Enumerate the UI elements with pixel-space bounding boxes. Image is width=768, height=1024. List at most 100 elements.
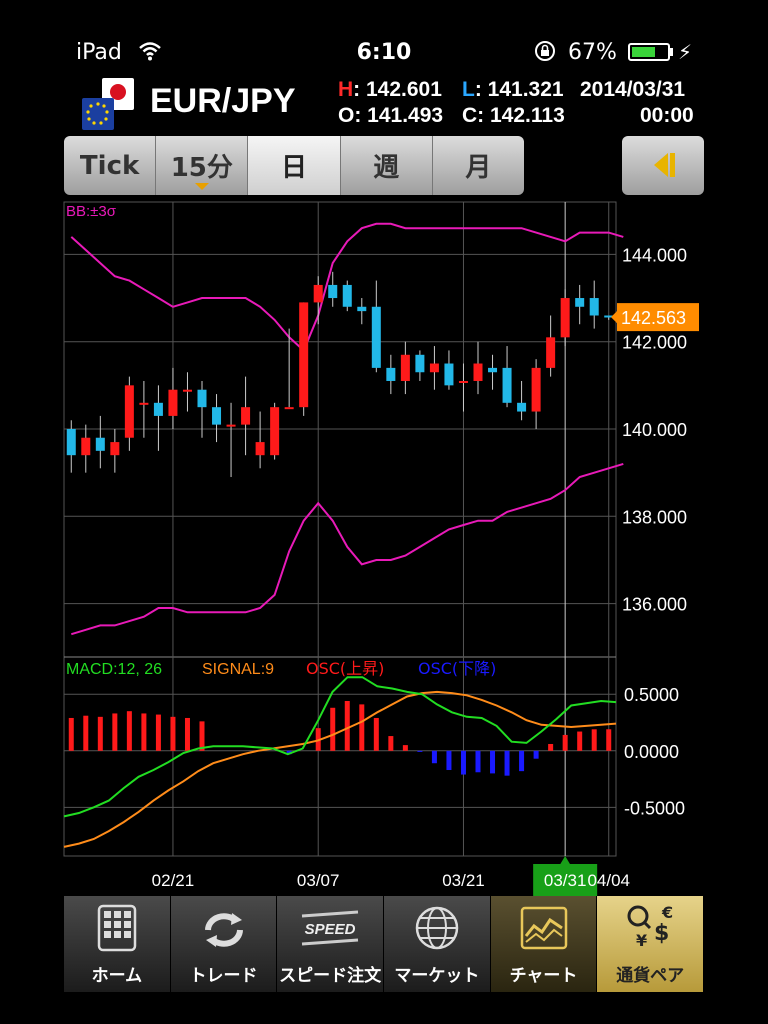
- low-value: L: 141.321: [462, 78, 564, 102]
- candle-up: [400, 354, 410, 381]
- low-number: : 141.321: [474, 78, 564, 101]
- high-number: : 142.601: [353, 78, 442, 101]
- date-tick-label: 02/21: [152, 871, 195, 890]
- tab-month[interactable]: 月: [433, 136, 524, 195]
- quote-time: 00:00: [640, 104, 694, 127]
- euro-glyph: €: [661, 904, 673, 922]
- tab-day[interactable]: 日: [248, 136, 341, 195]
- date-tick-label: 03/31: [544, 871, 587, 890]
- nav-currency-pair[interactable]: € $ ¥ 通貨ペア: [597, 896, 705, 992]
- candle-down: [386, 367, 396, 381]
- nav-label: ホーム: [91, 966, 143, 986]
- candle-up: [473, 363, 483, 381]
- osc-bar-up: [344, 700, 350, 751]
- candle-up: [429, 363, 439, 373]
- candle-down: [415, 354, 425, 373]
- candle-down: [488, 367, 498, 373]
- open-value: O: 141.493: [338, 104, 444, 127]
- candle-up: [226, 424, 236, 427]
- macd-legend: MACD:12, 26: [66, 661, 162, 678]
- candle-up: [546, 337, 556, 368]
- osc-up-legend: OSC(上昇): [306, 659, 384, 678]
- candle-up: [458, 380, 468, 383]
- candle-down: [197, 389, 207, 408]
- osc-bar-down: [475, 750, 481, 773]
- nav-market[interactable]: マーケット: [384, 896, 491, 992]
- nav-label: 通貨ペア: [616, 966, 685, 986]
- osc-bar-up: [141, 713, 147, 751]
- currency-pair-title: EUR/JPY: [150, 82, 296, 120]
- tab-label: Tick: [79, 150, 140, 181]
- nav-label: トレード: [189, 966, 258, 986]
- rewind-button[interactable]: [622, 136, 704, 195]
- rewind-arrow-icon: [654, 153, 668, 177]
- macd-tick-label: 0.5000: [624, 685, 679, 705]
- candle-up: [110, 442, 120, 456]
- candle-up: [531, 367, 541, 412]
- tab-15min[interactable]: 15分: [156, 136, 249, 195]
- low-key: L: [462, 78, 475, 101]
- osc-bar-down: [460, 750, 466, 775]
- currency-icon: € $ ¥: [627, 904, 673, 950]
- tab-tick[interactable]: Tick: [64, 136, 157, 195]
- candle-down: [153, 402, 163, 416]
- osc-bar-up: [112, 713, 118, 751]
- nav-chart[interactable]: チャート: [490, 896, 598, 992]
- osc-bar-up: [388, 736, 394, 751]
- home-grid-icon: [97, 904, 137, 952]
- osc-bar-up: [83, 715, 89, 751]
- candle-down: [357, 306, 367, 312]
- osc-bar-down: [490, 750, 496, 774]
- nav-label: マーケット: [394, 966, 480, 986]
- battery-icon: [628, 43, 670, 61]
- osc-bar-down: [533, 750, 539, 759]
- candle-up: [560, 298, 570, 338]
- candle-up: [270, 407, 280, 456]
- signal-line: [63, 690, 617, 848]
- osc-bar-up: [199, 721, 205, 751]
- charging-icon: ⚡: [678, 40, 693, 64]
- candle-up: [124, 385, 134, 438]
- osc-bar-up: [359, 704, 365, 751]
- osc-bar-up: [402, 745, 408, 751]
- high-key: H: [338, 78, 354, 101]
- nav-label: チャート: [509, 966, 578, 986]
- macd-line: [63, 676, 617, 818]
- candle-down: [371, 306, 381, 368]
- candle-down: [575, 298, 585, 307]
- macd-tick-label: -0.5000: [624, 798, 685, 818]
- dropdown-caret-icon: [194, 183, 209, 190]
- osc-bar-down: [519, 750, 525, 772]
- battery-percent: 67%: [568, 40, 617, 65]
- price-tick-label: 138.000: [622, 507, 687, 527]
- nav-speed-order[interactable]: SPEED スピード注文: [277, 896, 385, 992]
- tab-week[interactable]: 週: [341, 136, 433, 195]
- candle-up: [139, 402, 149, 405]
- nav-trade[interactable]: トレード: [170, 896, 278, 992]
- osc-down-legend: OSC(下降): [418, 659, 496, 678]
- candle-up: [299, 302, 309, 408]
- osc-bar-up: [126, 711, 132, 751]
- date-tick-label: 03/07: [297, 871, 340, 890]
- signal-legend: SIGNAL:9: [202, 661, 274, 678]
- price-chart[interactable]: 144.000 142.000 140.000 138.000 136.000 0.500…: [0, 196, 768, 896]
- price-tick-label: 136.000: [622, 595, 687, 615]
- osc-bar-down: [431, 750, 437, 764]
- osc-bar-up: [155, 714, 161, 751]
- osc-bar-up: [606, 729, 612, 751]
- status-bar: iPad 6:10 67% ⚡: [0, 0, 768, 70]
- bb-indicator-label: BB:±3σ: [66, 203, 117, 220]
- refresh-arrows-icon: [204, 913, 243, 947]
- osc-bar-down: [417, 750, 423, 752]
- bottom-nav: ホーム トレード SPEED スピード注文 マーケット チャート € $ ¥ 通…: [64, 896, 705, 992]
- globe-icon: [415, 906, 459, 950]
- osc-bar-down: [504, 750, 510, 776]
- price-tick-label: 142.000: [622, 333, 687, 353]
- nav-home[interactable]: ホーム: [64, 896, 171, 992]
- candle-down: [66, 429, 76, 456]
- osc-bar-up: [591, 729, 597, 751]
- rotation-lock-icon: [535, 41, 555, 61]
- bb-lower-line: [71, 462, 624, 636]
- candle-down: [444, 363, 454, 386]
- candle-down: [328, 284, 338, 299]
